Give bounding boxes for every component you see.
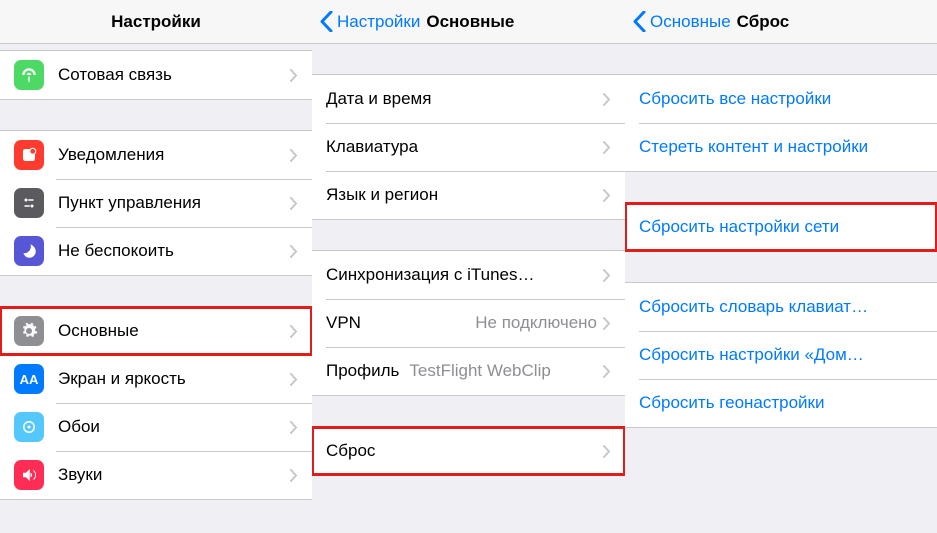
row-value: Не подключено <box>475 313 597 333</box>
row-label: Звуки <box>58 465 290 485</box>
navbar: Настройки Основные <box>312 0 625 44</box>
row-label: Клавиатура <box>326 137 603 157</box>
back-button[interactable]: Основные <box>633 11 731 32</box>
row-label: Сбросить геонастройки <box>639 393 923 413</box>
row-label: Экран и яркость <box>58 369 290 389</box>
display-icon: AA <box>14 364 44 394</box>
row-label: Сотовая связь <box>58 65 290 85</box>
row-erase-all[interactable]: Стереть контент и настройки <box>625 123 937 171</box>
back-label: Настройки <box>337 12 420 32</box>
dnd-icon <box>14 236 44 266</box>
chevron-right-icon <box>603 141 611 154</box>
chevron-right-icon <box>290 469 298 482</box>
reset-screen: Основные Сброс Сбросить все настройки Ст… <box>625 0 937 533</box>
row-sounds[interactable]: Звуки <box>0 451 312 499</box>
row-label: VPN <box>326 313 361 333</box>
navbar: Основные Сброс <box>625 0 937 44</box>
chevron-right-icon <box>290 197 298 210</box>
chevron-right-icon <box>603 269 611 282</box>
row-label: Дата и время <box>326 89 603 109</box>
row-display[interactable]: AA Экран и яркость <box>0 355 312 403</box>
row-keyboard[interactable]: Клавиатура <box>312 123 625 171</box>
row-label: Стереть контент и настройки <box>639 137 923 157</box>
chevron-right-icon <box>290 69 298 82</box>
row-language[interactable]: Язык и регион <box>312 171 625 219</box>
row-reset-all-settings[interactable]: Сбросить все настройки <box>625 75 937 123</box>
chevron-right-icon <box>603 365 611 378</box>
row-label: Основные <box>58 321 290 341</box>
navbar: Настройки <box>0 0 312 44</box>
row-datetime[interactable]: Дата и время <box>312 75 625 123</box>
sounds-icon <box>14 460 44 490</box>
row-label: Сбросить словарь клавиат… <box>639 297 923 317</box>
row-cellular[interactable]: Сотовая связь <box>0 51 312 99</box>
row-label: Сбросить все настройки <box>639 89 923 109</box>
row-label: Сброс <box>326 441 603 461</box>
row-general[interactable]: Основные <box>0 307 312 355</box>
row-label: Синхронизация с iTunes… <box>326 265 603 285</box>
row-reset-network[interactable]: Сбросить настройки сети <box>625 203 937 251</box>
row-profile[interactable]: Профиль TestFlight WebClip <box>312 347 625 395</box>
row-label: Уведомления <box>58 145 290 165</box>
settings-root-screen: Настройки Сотовая связь Уведомления Пунк… <box>0 0 312 533</box>
row-controlcenter[interactable]: Пункт управления <box>0 179 312 227</box>
row-reset-location[interactable]: Сбросить геонастройки <box>625 379 937 427</box>
chevron-right-icon <box>603 317 611 330</box>
back-label: Основные <box>650 12 731 32</box>
chevron-right-icon <box>603 93 611 106</box>
row-notifications[interactable]: Уведомления <box>0 131 312 179</box>
row-vpn[interactable]: VPN Не подключено <box>312 299 625 347</box>
chevron-right-icon <box>603 445 611 458</box>
general-icon <box>14 316 44 346</box>
row-label: Обои <box>58 417 290 437</box>
cellular-icon <box>14 60 44 90</box>
wallpaper-icon <box>14 412 44 442</box>
back-button[interactable]: Настройки <box>320 11 420 32</box>
row-reset-home[interactable]: Сбросить настройки «Дом… <box>625 331 937 379</box>
row-itunes-sync[interactable]: Синхронизация с iTunes… <box>312 251 625 299</box>
row-label: Сбросить настройки «Дом… <box>639 345 923 365</box>
row-dnd[interactable]: Не беспокоить <box>0 227 312 275</box>
nav-title: Сброс <box>737 12 790 32</box>
chevron-right-icon <box>603 189 611 202</box>
row-wallpaper[interactable]: Обои <box>0 403 312 451</box>
chevron-right-icon <box>290 149 298 162</box>
row-label: Профиль <box>326 361 399 381</box>
row-reset-keyboard-dict[interactable]: Сбросить словарь клавиат… <box>625 283 937 331</box>
chevron-right-icon <box>290 373 298 386</box>
nav-title: Настройки <box>111 12 201 32</box>
row-label: Пункт управления <box>58 193 290 213</box>
notifications-icon <box>14 140 44 170</box>
row-label: Язык и регион <box>326 185 603 205</box>
general-screen: Настройки Основные Дата и время Клавиату… <box>312 0 625 533</box>
row-label: Сбросить настройки сети <box>639 217 923 237</box>
chevron-right-icon <box>290 421 298 434</box>
chevron-right-icon <box>290 325 298 338</box>
row-label: Не беспокоить <box>58 241 290 261</box>
chevron-right-icon <box>290 245 298 258</box>
controlcenter-icon <box>14 188 44 218</box>
nav-title: Основные <box>426 12 514 32</box>
row-value: TestFlight WebClip <box>409 361 597 381</box>
row-reset[interactable]: Сброс <box>312 427 625 475</box>
